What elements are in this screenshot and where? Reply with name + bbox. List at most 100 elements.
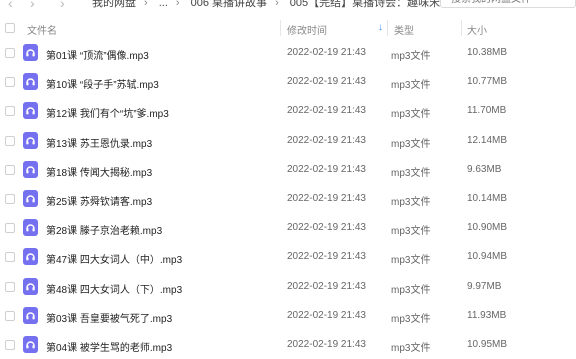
file-row[interactable]: 第28课 滕子京治老赖.mp3 2022-02-19 21:43 mp3文件 10.9… xyxy=(0,213,576,242)
file-type: mp3文件 xyxy=(391,255,431,267)
back-arrow-icon[interactable]: ‹ xyxy=(8,0,13,10)
forward-arrow-icon[interactable]: › xyxy=(30,0,35,10)
file-type: mp3文件 xyxy=(391,167,431,179)
file-size: 10.14MB xyxy=(467,193,508,204)
top-bar: ‹ › › 我的网盘 › ... › 006 桌播讲故事 › 005【完结】桌播诗会：… xyxy=(0,0,576,10)
row-checkbox[interactable] xyxy=(5,164,15,175)
file-name[interactable]: 第10课 “段子手”苏轼.mp3 xyxy=(46,76,159,91)
file-size: 11.70MB xyxy=(467,105,507,117)
file-type: mp3文件 xyxy=(391,197,431,208)
file-type: mp3文件 xyxy=(391,343,431,354)
file-modified: 2022-02-19 21:43 xyxy=(287,105,366,117)
file-name[interactable]: 第25课 苏舜钦请客.mp3 xyxy=(46,193,152,208)
breadcrumb-item-root[interactable]: 我的网盘 xyxy=(92,0,136,9)
file-size: 10.94MB xyxy=(467,251,508,263)
chevron-right-icon: › xyxy=(275,0,279,9)
audio-file-icon xyxy=(23,73,38,91)
file-row[interactable]: 第13课 苏王恩仇录.mp3 2022-02-19 21:43 mp3文件 12.14… xyxy=(0,126,576,155)
row-checkbox[interactable] xyxy=(5,106,15,117)
row-checkbox[interactable] xyxy=(5,223,15,234)
file-name[interactable]: 第47课 四大女词人（中）.mp3 xyxy=(46,251,182,266)
search-input[interactable] xyxy=(449,0,576,6)
audio-file-icon xyxy=(23,248,38,266)
file-size: 10.90MB xyxy=(467,222,508,234)
audio-file-icon xyxy=(23,306,38,324)
file-row[interactable]: 第04课 被学生骂的老师.mp3 2022-02-19 21:43 mp3文件 10.… xyxy=(0,330,576,359)
column-size[interactable]: 大小 xyxy=(467,22,487,37)
file-modified: 2022-02-19 21:43 xyxy=(287,280,366,292)
file-name[interactable]: 第13课 苏王恩仇录.mp3 xyxy=(46,135,152,150)
audio-file-icon xyxy=(23,102,38,120)
file-row[interactable]: 第10课 “段子手”苏轼.mp3 2022-02-19 21:43 mp3文件 10.… xyxy=(0,67,576,96)
row-checkbox[interactable] xyxy=(5,48,15,58)
search-box[interactable] xyxy=(440,0,576,8)
file-modified: 2022-02-19 21:43 xyxy=(287,309,366,321)
file-size: 10.95MB xyxy=(467,339,508,350)
file-name[interactable]: 第18课 传闻大揭秘.mp3 xyxy=(46,164,152,179)
file-row[interactable]: 第12课 我们有个“坑”爹.mp3 2022-02-19 21:43 mp3文件 11… xyxy=(0,96,576,125)
file-type: mp3文件 xyxy=(391,313,431,325)
file-modified: 2022-02-19 21:43 xyxy=(287,134,366,146)
file-size: 11.93MB xyxy=(467,309,507,321)
row-checkbox[interactable] xyxy=(5,252,15,263)
audio-file-icon xyxy=(23,44,38,61)
file-size: 9.63MB xyxy=(467,163,502,175)
column-type[interactable]: 类型 xyxy=(394,22,414,37)
audio-file-icon xyxy=(23,277,38,295)
row-checkbox[interactable] xyxy=(5,340,15,350)
file-modified: 2022-02-19 21:43 xyxy=(287,163,366,175)
row-checkbox[interactable] xyxy=(5,281,15,292)
file-name[interactable]: 第04课 被学生骂的老师.mp3 xyxy=(46,339,172,354)
file-row[interactable]: 第18课 传闻大揭秘.mp3 2022-02-19 21:43 mp3文件 9.63M… xyxy=(0,155,576,184)
file-modified: 2022-02-19 21:43 xyxy=(287,193,366,204)
row-checkbox[interactable] xyxy=(5,194,15,204)
file-row[interactable]: 第01课 “顶流”偶像.mp3 2022-02-19 21:43 mp3文件 10.3… xyxy=(0,38,576,67)
audio-file-icon xyxy=(23,336,38,353)
breadcrumb-item-folder[interactable]: 006 桌播讲故事 xyxy=(191,0,267,9)
row-checkbox[interactable] xyxy=(5,77,15,88)
column-header: 文件名 修改时间 ↓ 类型 大小 xyxy=(0,16,576,40)
file-modified: 2022-02-19 21:43 xyxy=(287,76,366,88)
column-name[interactable]: 文件名 xyxy=(27,22,57,37)
file-modified: 2022-02-19 21:43 xyxy=(287,47,366,58)
file-type: mp3文件 xyxy=(391,226,431,238)
column-divider[interactable] xyxy=(387,20,388,36)
file-name[interactable]: 第48课 四大女词人（下）.mp3 xyxy=(46,281,182,296)
file-row[interactable]: 第03课 吾皇要被气死了.mp3 2022-02-19 21:43 mp3文件 11.… xyxy=(0,301,576,330)
file-modified: 2022-02-19 21:43 xyxy=(287,222,366,234)
audio-file-icon xyxy=(23,190,38,207)
history-arrow-icon[interactable]: › xyxy=(60,0,65,10)
file-size: 12.14MB xyxy=(467,134,508,146)
sort-down-icon[interactable]: ↓ xyxy=(378,22,383,33)
file-size: 10.77MB xyxy=(467,76,508,88)
file-type: mp3文件 xyxy=(391,109,431,121)
file-type: mp3文件 xyxy=(391,284,431,296)
column-divider[interactable] xyxy=(461,20,462,36)
breadcrumb: 我的网盘› ...› 006 桌播讲故事› 005【完结】桌播诗会：趣味宋词课› xyxy=(92,0,482,10)
audio-file-icon xyxy=(23,160,38,178)
file-type: mp3文件 xyxy=(391,80,431,92)
chevron-right-icon: › xyxy=(144,0,148,9)
file-row[interactable]: 第25课 苏舜钦请客.mp3 2022-02-19 21:43 mp3文件 10.14… xyxy=(0,184,576,213)
audio-file-icon xyxy=(23,219,38,237)
row-checkbox[interactable] xyxy=(5,310,15,321)
audio-file-icon xyxy=(23,131,38,149)
file-name[interactable]: 第12课 我们有个“坑”爹.mp3 xyxy=(46,105,169,120)
file-name[interactable]: 第01课 “顶流”偶像.mp3 xyxy=(46,47,149,62)
breadcrumb-item-ellipsis[interactable]: ... xyxy=(159,0,168,9)
chevron-right-icon: › xyxy=(175,0,180,9)
file-type: mp3文件 xyxy=(391,138,431,150)
file-row[interactable]: 第48课 四大女词人（下）.mp3 2022-02-19 21:43 mp3文件 9.… xyxy=(0,272,576,301)
file-size: 9.97MB xyxy=(467,280,502,292)
breadcrumb-item-current[interactable]: 005【完结】桌播诗会：趣味宋词课 xyxy=(290,0,462,9)
column-divider[interactable] xyxy=(280,20,281,36)
file-row[interactable]: 第47课 四大女词人（中）.mp3 2022-02-19 21:43 mp3文件 10… xyxy=(0,242,576,271)
file-name[interactable]: 第28课 滕子京治老赖.mp3 xyxy=(46,222,162,237)
file-modified: 2022-02-19 21:43 xyxy=(287,339,366,350)
row-checkbox[interactable] xyxy=(5,135,15,146)
select-all-checkbox[interactable] xyxy=(5,23,15,33)
column-modified[interactable]: 修改时间 xyxy=(287,22,327,37)
file-size: 10.38MB xyxy=(467,47,508,58)
file-type: mp3文件 xyxy=(391,51,431,62)
file-name[interactable]: 第03课 吾皇要被气死了.mp3 xyxy=(46,310,172,325)
